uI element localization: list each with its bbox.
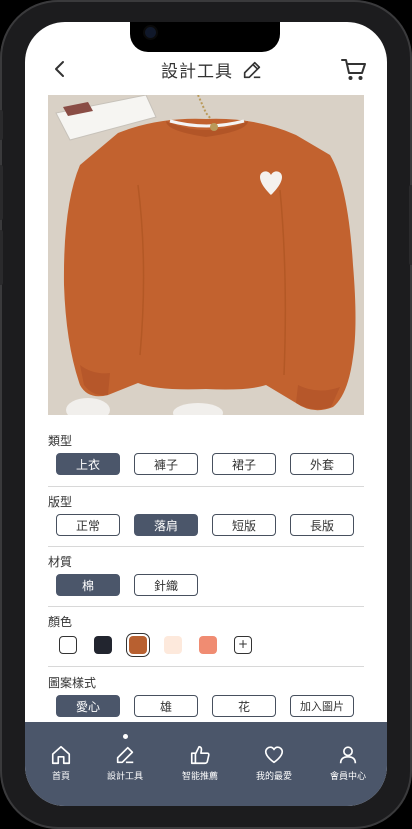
fit-option-regular[interactable]: 正常 <box>56 514 120 536</box>
fit-label: 版型 <box>48 495 73 509</box>
tab-favorites-label: 我的最愛 <box>255 772 292 782</box>
material-section: 材質 棉 針織 <box>48 553 364 596</box>
cart-button[interactable] <box>341 58 367 86</box>
volume-up-button <box>0 165 3 220</box>
color-swatch-white[interactable] <box>59 636 77 654</box>
material-option-knit[interactable]: 針織 <box>134 574 198 596</box>
divider <box>48 666 364 667</box>
tab-member[interactable]: 會員中心 <box>312 744 384 782</box>
tab-member-label: 會員中心 <box>329 772 366 782</box>
color-swatch-navy[interactable] <box>94 636 112 654</box>
tab-recommend-label: 智能推薦 <box>181 772 218 782</box>
fit-option-long[interactable]: 長版 <box>290 514 354 536</box>
tab-recommend[interactable]: 智能推薦 <box>164 744 236 782</box>
pattern-options: 愛心 雄 花 加入圖片 <box>48 695 364 717</box>
tab-design-tool-label: 設計工具 <box>106 772 143 782</box>
camera <box>145 27 156 38</box>
thumbs-up-icon <box>190 745 210 765</box>
pattern-section: 圖案樣式 愛心 雄 花 加入圖片 <box>48 674 364 717</box>
type-option-top[interactable]: 上衣 <box>56 453 120 475</box>
edit-icon <box>116 746 134 764</box>
material-options: 棉 針織 <box>48 574 364 596</box>
fit-option-cropped[interactable]: 短版 <box>212 514 276 536</box>
screen: 設計工具 類型 上衣 褲子 裙子 外套 版型 正常 落肩 短版 長版 材質 棉 … <box>25 22 387 806</box>
sweater-illustration <box>48 95 364 415</box>
back-button[interactable] <box>45 54 75 84</box>
active-tab-indicator <box>123 734 128 739</box>
product-image <box>48 95 364 415</box>
add-image-button[interactable]: 加入圖片 <box>290 695 354 717</box>
tab-favorites[interactable]: 我的最愛 <box>238 744 310 782</box>
fit-section: 版型 正常 落肩 短版 長版 <box>48 493 364 536</box>
edit-icon <box>243 61 261 78</box>
tab-home-label: 首頁 <box>51 772 70 782</box>
pattern-option-heart[interactable]: 愛心 <box>56 695 120 717</box>
mute-switch <box>0 110 3 140</box>
divider <box>48 486 364 487</box>
header: 設計工具 <box>25 52 387 92</box>
pattern-option-flower[interactable]: 花 <box>212 695 276 717</box>
fit-option-drop-shoulder[interactable]: 落肩 <box>134 514 198 536</box>
pattern-option-xiong[interactable]: 雄 <box>134 695 198 717</box>
divider <box>48 606 364 607</box>
type-option-jacket[interactable]: 外套 <box>290 453 354 475</box>
volume-down-button <box>0 230 3 285</box>
material-label: 材質 <box>48 555 73 569</box>
add-color-button[interactable]: + <box>234 636 252 654</box>
type-section: 類型 上衣 褲子 裙子 外套 <box>48 432 364 475</box>
tab-design-tool[interactable]: 設計工具 <box>89 744 161 782</box>
page-title-group: 設計工具 <box>161 57 263 82</box>
divider <box>48 546 364 547</box>
type-option-skirt[interactable]: 裙子 <box>212 453 276 475</box>
page-title: 設計工具 <box>161 62 233 82</box>
type-option-pants[interactable]: 褲子 <box>134 453 198 475</box>
user-icon <box>339 746 357 764</box>
color-label: 顏色 <box>48 615 73 629</box>
heart-icon <box>264 746 284 764</box>
chevron-left-icon <box>55 61 64 77</box>
home-icon <box>51 745 71 765</box>
pattern-label: 圖案樣式 <box>48 676 97 690</box>
color-swatch-salmon[interactable] <box>199 636 217 654</box>
color-swatch-orange-selected[interactable] <box>129 636 147 654</box>
type-options: 上衣 褲子 裙子 外套 <box>48 453 364 475</box>
type-label: 類型 <box>48 434 73 448</box>
fit-options: 正常 落肩 短版 長版 <box>48 514 364 536</box>
tab-bar: 首頁 設計工具 智能推薦 我的最愛 會員中心 <box>25 722 387 806</box>
color-swatches: + <box>48 636 364 654</box>
color-section: 顏色 + <box>48 613 364 654</box>
cart-icon <box>341 59 366 80</box>
tab-home[interactable]: 首頁 <box>25 744 97 782</box>
material-option-cotton[interactable]: 棉 <box>56 574 120 596</box>
color-swatch-cream[interactable] <box>164 636 182 654</box>
